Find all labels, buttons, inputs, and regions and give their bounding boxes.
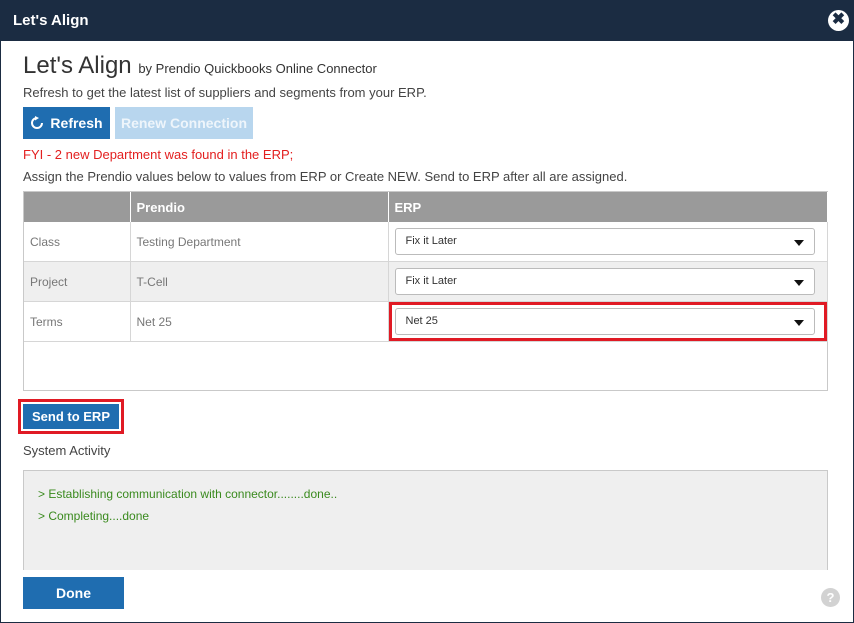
system-activity-label: System Activity (23, 443, 111, 458)
page-subtitle: by Prendio Quickbooks Online Connector (138, 61, 377, 76)
help-icon[interactable]: ? (821, 588, 840, 607)
column-header-erp: ERP (388, 192, 828, 222)
refresh-button-label: Refresh (50, 115, 103, 131)
erp-select[interactable]: Fix it Later (394, 268, 815, 295)
done-button[interactable]: Done (23, 577, 124, 609)
intro-text: Refresh to get the latest list of suppli… (23, 85, 427, 100)
table-row: Class Testing Department Fix it Later (24, 222, 828, 262)
lets-align-dialog: Let's Align ✖ Let's Align by Prendio Qui… (0, 0, 854, 623)
erp-select[interactable]: Fix it Later (394, 228, 815, 255)
row-type: Terms (24, 301, 131, 342)
row-prendio-value: Net 25 (130, 301, 389, 342)
activity-line: > Completing....done (38, 509, 150, 523)
activity-line: > Establishing communication with connec… (38, 487, 338, 501)
row-erp-cell: Fix it Later (388, 222, 828, 262)
refresh-button[interactable]: Refresh (23, 107, 110, 139)
chevron-down-icon (793, 240, 804, 246)
dialog-title: Let's Align (13, 12, 89, 29)
erp-select-value: Fix it Later (405, 235, 457, 247)
terms-select-highlight (389, 302, 827, 341)
row-type: Project (24, 261, 131, 302)
page-title-text: Let's Align (23, 52, 132, 79)
table-row: Project T-Cell Fix it Later (24, 261, 828, 302)
column-header-prendio: Prendio (130, 192, 389, 222)
dialog-titlebar: Let's Align ✖ (1, 1, 853, 41)
assign-instructions: Assign the Prendio values below to value… (23, 169, 628, 184)
erp-select-value: Fix it Later (405, 275, 457, 287)
page-title: Let's Align by Prendio Quickbooks Online… (23, 52, 377, 80)
send-to-erp-button[interactable]: Send to ERP (23, 404, 119, 429)
refresh-icon (31, 116, 44, 129)
renew-connection-button[interactable]: Renew Connection (115, 107, 253, 139)
row-prendio-value: T-Cell (130, 261, 389, 302)
row-erp-cell: Fix it Later (388, 261, 828, 302)
mapping-grid: Prendio ERP Class Testing Department Fix… (23, 191, 828, 391)
row-type: Class (24, 222, 131, 262)
column-header-type (24, 192, 131, 222)
close-icon[interactable]: ✖ (828, 10, 849, 31)
send-to-erp-highlight: Send to ERP (18, 399, 124, 434)
chevron-down-icon (793, 280, 804, 286)
system-activity-log: > Establishing communication with connec… (23, 470, 828, 570)
fyi-message: FYI - 2 new Department was found in the … (23, 147, 294, 162)
table-header-row: Prendio ERP (24, 192, 828, 222)
row-prendio-value: Testing Department (130, 222, 389, 262)
